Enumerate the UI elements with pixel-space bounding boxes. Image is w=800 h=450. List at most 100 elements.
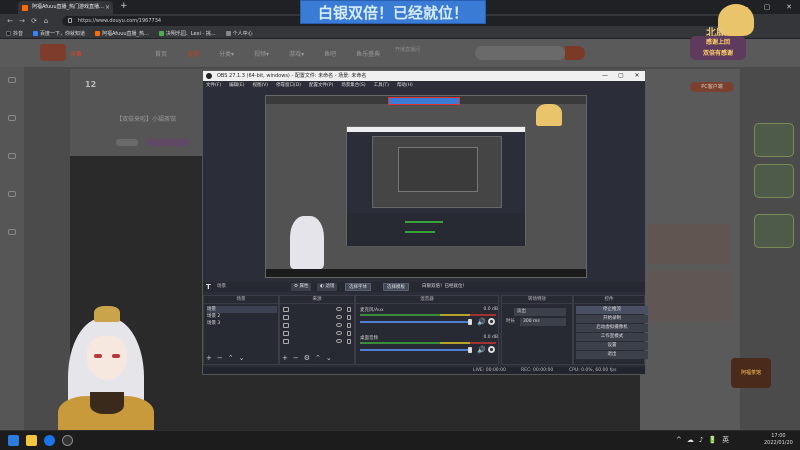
source-item[interactable]	[282, 306, 352, 313]
obs-preview[interactable]	[265, 95, 587, 278]
back-button[interactable]: ←	[4, 14, 16, 28]
lock-icon[interactable]	[347, 307, 351, 312]
select-font-button[interactable]: 选择字体	[345, 283, 371, 291]
cloud-icon[interactable]: ☁	[687, 436, 694, 445]
pc-client-button[interactable]: PC客户端	[690, 82, 734, 92]
douyu-search-input[interactable]	[475, 46, 565, 60]
obs-maximize-button[interactable]: ▢	[613, 71, 629, 81]
tray-chevron-icon[interactable]: ^	[676, 436, 682, 445]
obs-menu-edit[interactable]: 编辑(E)	[229, 81, 244, 90]
douyu-nav-fishbar[interactable]: 鱼吧	[324, 49, 336, 58]
search-icon[interactable]	[565, 46, 585, 60]
source-settings-icon[interactable]: ⚙	[304, 355, 310, 362]
scene-list-item[interactable]: 场景 3	[207, 320, 220, 327]
reload-button[interactable]: ⟳	[28, 14, 40, 28]
remove-scene-icon[interactable]: −	[217, 355, 223, 362]
rail-follow-icon[interactable]	[4, 115, 20, 122]
obs-close-button[interactable]: ✕	[629, 71, 645, 81]
close-window-button[interactable]: ✕	[778, 0, 800, 14]
obs-menu-help[interactable]: 帮助(H)	[397, 81, 413, 90]
browser-tab[interactable]: 阿福Afuuu直播_热门游戏直播... ×	[18, 1, 113, 14]
studio-mode-button[interactable]: 工作室模式	[576, 333, 648, 341]
lock-icon[interactable]	[347, 331, 351, 336]
maximize-button[interactable]: ▢	[756, 0, 778, 14]
edge-browser-icon[interactable]	[44, 435, 55, 446]
rail-app-icon[interactable]	[4, 229, 20, 236]
start-virtual-camera-button[interactable]: 启动虚拟摄像机	[576, 324, 648, 332]
obs-menu-file[interactable]: 文件(F)	[206, 81, 221, 90]
add-scene-icon[interactable]: +	[206, 355, 212, 362]
mixer-settings-icon[interactable]	[488, 318, 495, 325]
volume-slider-handle[interactable]	[468, 347, 472, 353]
source-item[interactable]	[282, 322, 352, 329]
visibility-eye-icon[interactable]	[336, 307, 342, 311]
transition-type-select[interactable]: 淡出	[514, 308, 566, 316]
move-down-icon[interactable]: ⌄	[326, 355, 332, 362]
douyu-nav-category[interactable]: 分类▾	[219, 49, 234, 58]
obs-menu-docks[interactable]: 停靠窗口(D)	[276, 81, 301, 90]
activity-badge[interactable]	[754, 123, 794, 157]
speaker-icon[interactable]: 🔊	[477, 318, 486, 326]
douyu-nav-video[interactable]: 视频▾	[254, 49, 269, 58]
activity-badge[interactable]	[754, 214, 794, 248]
start-menu-icon[interactable]	[8, 435, 19, 446]
source-item[interactable]	[282, 314, 352, 321]
douyu-nav-festival[interactable]: 鱼乐盛典	[356, 49, 380, 58]
douyu-nav-live[interactable]: 直播	[187, 49, 199, 58]
rail-video-icon[interactable]	[4, 153, 20, 160]
bookmark-item[interactable]: 抖音	[6, 30, 23, 37]
lock-icon[interactable]	[347, 323, 351, 328]
obs-menu-profile[interactable]: 配置文件(P)	[309, 81, 333, 90]
volume-slider[interactable]	[360, 321, 468, 323]
activity-badge[interactable]	[754, 164, 794, 198]
bookmark-item[interactable]: 百度一下，你就知道	[33, 30, 85, 37]
enter-room-link[interactable]: 开播直播间	[395, 46, 420, 53]
douyu-logo-icon[interactable]	[40, 44, 66, 61]
lock-icon[interactable]	[347, 339, 351, 344]
douyu-nav-home[interactable]: 首页	[155, 49, 167, 58]
battery-icon[interactable]: 🔋	[708, 436, 717, 445]
home-button[interactable]: ⌂	[40, 14, 52, 28]
visibility-eye-icon[interactable]	[336, 323, 342, 327]
volume-slider-handle[interactable]	[468, 319, 472, 325]
settings-button[interactable]: 设置	[576, 342, 648, 350]
volume-icon[interactable]: ♪	[699, 436, 703, 445]
rail-game-icon[interactable]	[4, 191, 20, 198]
obs-minimize-button[interactable]: —	[597, 71, 613, 81]
source-item[interactable]	[282, 330, 352, 337]
lock-icon[interactable]	[347, 315, 351, 320]
visibility-eye-icon[interactable]	[336, 339, 342, 343]
volume-slider[interactable]	[360, 349, 468, 351]
obs-menu-scene-collection[interactable]: 场景集合(S)	[341, 81, 365, 90]
forward-button[interactable]: →	[16, 14, 28, 28]
bookmark-item[interactable]: 个人中心	[225, 30, 253, 37]
move-up-icon[interactable]: ⌃	[228, 355, 234, 362]
new-tab-button[interactable]: +	[120, 0, 128, 13]
system-clock[interactable]: 17:00 2022/01/20	[764, 433, 793, 447]
obs-taskbar-icon[interactable]	[62, 435, 73, 446]
bookmark-item[interactable]: 阿福Afuuu直播_热...	[95, 30, 149, 37]
tab-close-icon[interactable]: ×	[105, 1, 110, 14]
input-method-icon[interactable]: 英	[722, 436, 729, 445]
obs-menu-tools[interactable]: 工具(T)	[374, 81, 389, 90]
filters-button[interactable]: ◐ 滤镜	[317, 283, 338, 291]
scene-list-item[interactable]: 场景 2	[207, 313, 220, 320]
select-template-button[interactable]: 选择模板	[383, 283, 409, 291]
start-recording-button[interactable]: 开始录制	[576, 315, 648, 323]
speaker-icon[interactable]: 🔊	[477, 346, 486, 354]
visibility-eye-icon[interactable]	[336, 315, 342, 319]
remove-source-icon[interactable]: −	[293, 355, 299, 362]
move-up-icon[interactable]: ⌃	[315, 355, 321, 362]
mixer-settings-icon[interactable]	[488, 346, 495, 353]
source-item[interactable]	[282, 338, 352, 345]
duration-input[interactable]: 300 ms	[520, 318, 566, 326]
move-down-icon[interactable]: ⌄	[239, 355, 245, 362]
visibility-eye-icon[interactable]	[336, 331, 342, 335]
add-source-icon[interactable]: +	[282, 355, 288, 362]
bookmark-item[interactable]: 决明乐园、Lexi - 挑...	[158, 30, 216, 37]
obs-menu-view[interactable]: 视图(V)	[252, 81, 268, 90]
file-explorer-icon[interactable]	[26, 435, 37, 446]
exit-button[interactable]: 退出	[576, 351, 648, 359]
rail-history-icon[interactable]	[4, 77, 20, 84]
properties-button[interactable]: ⚙ 属性	[291, 283, 312, 291]
